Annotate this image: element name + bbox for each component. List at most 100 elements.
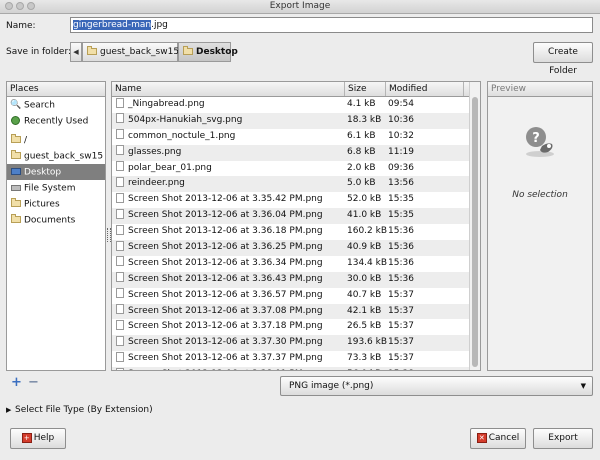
cancel-button[interactable]: ✕ Cancel (470, 428, 526, 449)
file-size-cell: 134.4 kB (347, 257, 388, 268)
file-modified-cell: 15:36 (388, 226, 414, 237)
file-row[interactable]: Screen Shot 2013-12-06 at 3.36.57 PM.png… (112, 288, 480, 304)
file-row[interactable]: Screen Shot 2013-12-06 at 3.37.08 PM.png… (112, 303, 480, 320)
file-type-expander[interactable]: ▶ Select File Type (By Extension) (6, 405, 153, 415)
help-button-label: Help (33, 433, 55, 443)
title-bar: Export Image (0, 0, 600, 14)
file-row[interactable]: Screen Shot 2013-12-06 at 3.36.34 PM.png… (112, 256, 480, 272)
file-icon (116, 335, 124, 346)
places-item-file-system[interactable]: File System (7, 180, 105, 196)
file-icon (116, 272, 124, 283)
file-name-cell: Screen Shot 2013-12-06 at 3.37.30 PM.png (112, 335, 345, 351)
file-row[interactable]: Screen Shot 2013-12-06 at 3.38.01 PM.png… (112, 367, 480, 370)
file-row[interactable]: Screen Shot 2013-12-06 at 3.35.42 PM.png… (112, 192, 480, 208)
file-name-cell: Screen Shot 2013-12-06 at 3.36.25 PM.png (112, 240, 345, 256)
file-name-cell: Screen Shot 2013-12-06 at 3.36.04 PM.png (112, 208, 345, 224)
chevron-down-icon: ▼ (580, 382, 586, 390)
create-folder-button[interactable]: Create Folder (533, 42, 593, 76)
file-modified-cell: 15:38 (386, 367, 464, 370)
file-name: Screen Shot 2013-12-06 at 3.36.34 PM.png (128, 257, 323, 268)
save-in-folder-label: Save in folder: (6, 47, 72, 57)
file-name: Screen Shot 2013-12-06 at 3.36.57 PM.png (128, 289, 323, 300)
filename-selected-text: gingerbread-man (73, 20, 152, 30)
column-size-header[interactable]: Size (345, 82, 386, 96)
file-row[interactable]: polar_bear_01.png 2.0 kB 09:36 (112, 161, 480, 177)
column-modified-header[interactable]: Modified (386, 82, 464, 96)
file-size-cell: 56.0 kB (345, 367, 386, 370)
file-row[interactable]: Screen Shot 2013-12-06 at 3.36.25 PM.png… (112, 240, 480, 256)
breadcrumb-desktop[interactable]: Desktop (178, 42, 238, 62)
svg-text:?: ? (532, 131, 540, 146)
file-icon (116, 161, 124, 172)
file-row[interactable]: glasses.png 6.8 kB 11:19 (112, 144, 480, 161)
file-modified-cell: 13:56 (388, 178, 414, 189)
file-name: Screen Shot 2013-12-06 at 3.36.25 PM.png (128, 242, 323, 253)
help-button[interactable]: + Help (10, 428, 66, 449)
breadcrumb-guest-back[interactable]: guest_back_sw15 (82, 42, 180, 62)
file-list-scroll-thumb[interactable] (472, 97, 478, 367)
places-item-documents[interactable]: Documents (7, 212, 105, 228)
file-name: reindeer.png (128, 178, 185, 189)
preview-panel: Preview ? No selection (487, 81, 593, 371)
file-type-select[interactable]: PNG image (*.png) ▼ (280, 376, 593, 396)
search-icon: 🔍 (10, 100, 22, 110)
remove-bookmark-icon[interactable]: − (28, 376, 39, 390)
file-row[interactable]: Screen Shot 2013-12-06 at 3.36.18 PM.png… (112, 224, 480, 240)
breadcrumb-label: guest_back_sw15 (100, 47, 180, 57)
file-name: 504px-Hanukiah_svg.png (128, 114, 243, 125)
export-button[interactable]: Export (533, 428, 593, 449)
folder-icon (10, 212, 21, 228)
filename-input[interactable]: gingerbread-man.jpg (70, 17, 593, 33)
file-modified-cell: 10:36 (388, 114, 414, 125)
folder-icon (10, 196, 21, 212)
file-row[interactable]: reindeer.png 5.0 kB 13:56 (112, 176, 480, 193)
file-name-cell: Screen Shot 2013-12-06 at 3.36.57 PM.png (112, 288, 345, 304)
file-row[interactable]: _Ningabread.png 4.1 kB 09:54 (112, 97, 480, 113)
file-modified-cell: 15:37 (388, 321, 414, 332)
places-header-label: Places (10, 84, 39, 94)
file-row[interactable]: common_noctule_1.png 6.1 kB 10:32 (112, 129, 480, 145)
places-header: Places (7, 82, 105, 97)
file-size-cell: 73.3 kB (347, 353, 382, 364)
file-icon (116, 97, 124, 108)
file-name: common_noctule_1.png (128, 130, 236, 141)
file-type-selected-label: PNG image (*.png) (289, 381, 374, 391)
places-item-root[interactable]: / (7, 132, 105, 148)
places-item-guest-back[interactable]: guest_back_sw15 (7, 148, 105, 164)
file-list-panel: Name Size Modified _Ningabread.png 4.1 kB… (111, 81, 481, 371)
column-name-header[interactable]: Name (112, 82, 345, 96)
file-icon (116, 240, 124, 251)
places-item-label: File System (24, 183, 76, 194)
folder-icon (10, 132, 21, 148)
file-size-cell: 26.5 kB (347, 321, 382, 332)
file-modified-cell: 09:36 (388, 162, 414, 173)
file-list-scrollbar[interactable] (469, 82, 480, 370)
file-row[interactable]: Screen Shot 2013-12-06 at 3.36.43 PM.png… (112, 271, 480, 288)
file-name: Screen Shot 2013-12-06 at 3.35.42 PM.png (128, 194, 323, 205)
places-item-search[interactable]: 🔍 Search (7, 97, 105, 113)
file-modified-cell: 15:36 (388, 273, 414, 284)
places-item-desktop[interactable]: Desktop (7, 164, 105, 180)
add-bookmark-icon[interactable]: + (11, 376, 22, 390)
breadcrumb-label: Desktop (196, 47, 238, 57)
gimp-preview-icon: ? (526, 127, 554, 157)
help-icon: + (21, 432, 32, 443)
file-name-cell: Screen Shot 2013-12-06 at 3.36.18 PM.png (112, 224, 345, 240)
file-row[interactable]: Screen Shot 2013-12-06 at 3.37.37 PM.png… (112, 351, 480, 367)
file-row[interactable]: 504px-Hanukiah_svg.png 18.3 kB 10:36 (112, 112, 480, 129)
places-panel: Places 🔍 Search Recently Used / guest_bac… (6, 81, 106, 371)
expander-arrow-icon: ▶ (6, 406, 12, 414)
recent-icon (10, 113, 21, 129)
places-item-recently-used[interactable]: Recently Used (7, 113, 105, 129)
cancel-icon: ✕ (476, 432, 487, 443)
file-modified-cell: 15:36 (388, 242, 414, 253)
places-item-label: Recently Used (24, 116, 89, 127)
path-back-arrow-icon[interactable]: ◀ (70, 42, 82, 62)
file-modified-cell: 11:19 (388, 146, 414, 157)
file-row[interactable]: Screen Shot 2013-12-06 at 3.36.04 PM.png… (112, 208, 480, 225)
file-row[interactable]: Screen Shot 2013-12-06 at 3.37.18 PM.png… (112, 319, 480, 335)
preview-header-label: Preview (491, 84, 527, 94)
file-row[interactable]: Screen Shot 2013-12-06 at 3.37.30 PM.png… (112, 335, 480, 352)
file-size-cell: 6.1 kB (347, 130, 376, 141)
places-item-pictures[interactable]: Pictures (7, 196, 105, 212)
